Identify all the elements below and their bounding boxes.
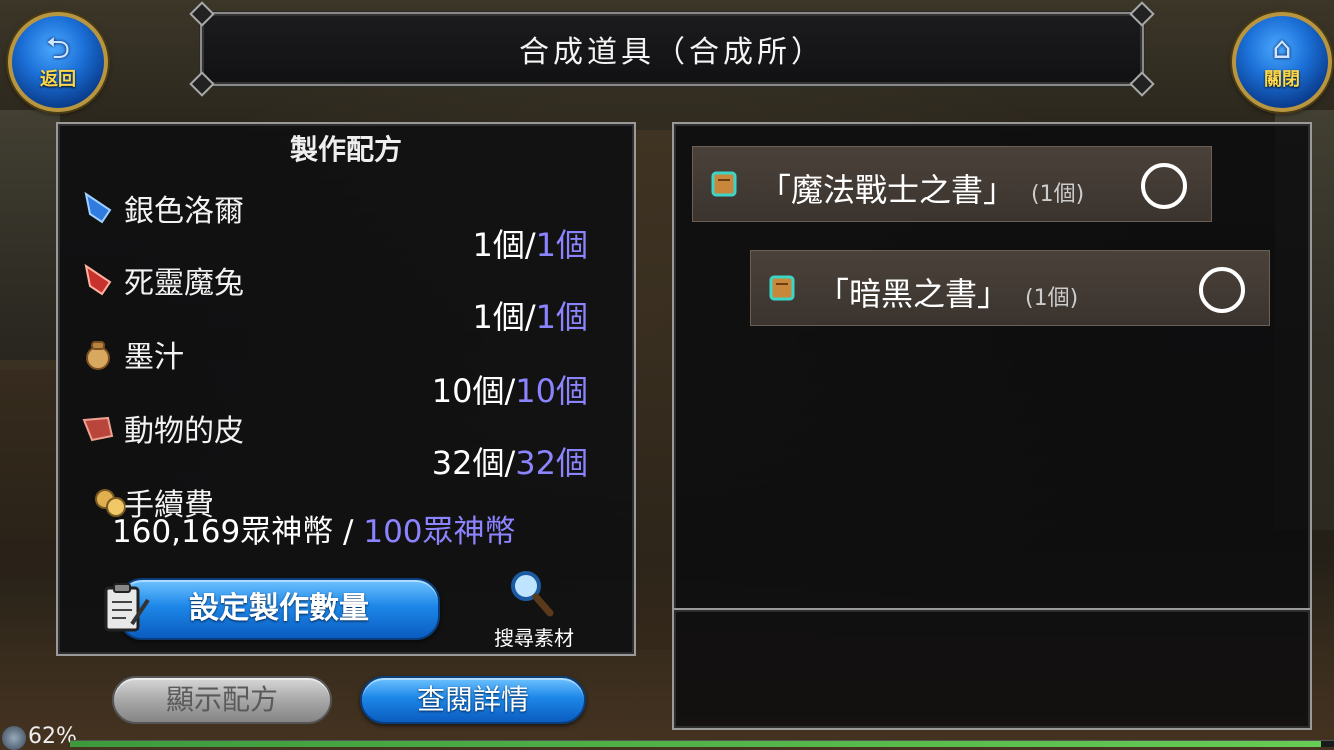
show-recipe-label: 顯示配方 [165,683,278,716]
set-quantity-button[interactable]: 設定製作數量 [118,578,440,640]
result-detail-panel [672,608,1312,730]
material-owned: 10個 [431,372,505,410]
fee-amount: 160,169眾神幣 / 100眾神幣 [112,506,516,551]
material-owned: 32個 [431,444,505,482]
material-name: 銀色洛爾 [124,194,244,229]
book-icon [769,275,795,301]
close-button[interactable]: ⌂ 關閉 [1232,12,1332,112]
result-item-qty: (1個) [1025,286,1079,311]
set-quantity-label: 設定製作數量 [189,591,369,626]
material-count: 1個/1個 [472,298,588,336]
exp-bar-fill [70,741,1322,747]
material-owned: 1個 [472,226,525,264]
ink-pouch-icon [86,341,110,370]
material-needed: 32個 [515,444,588,482]
magnifier-icon [511,571,554,617]
frame-corner-ornament [189,71,215,97]
material-name: 死靈魔兔 [124,266,244,301]
search-material-label: 搜尋素材 [494,626,574,650]
result-item-row[interactable]: 「暗黑之書」 (1個) [750,250,1270,326]
material-name: 動物的皮 [124,414,244,449]
return-arrow-icon: ⮌ [45,31,71,66]
back-button-label: 返回 [40,69,76,90]
material-count: 10個/10個 [431,372,588,410]
fee-needed: 100眾神幣 [363,514,516,550]
page-title: 合成道具（合成所） [519,35,825,70]
result-item-name: 「暗黑之書」 (1個) [817,269,1078,315]
material-count: 1個/1個 [472,226,588,264]
material-owned: 1個 [472,298,525,336]
back-button[interactable]: ⮌ 返回 [8,12,108,112]
result-item-title: 「暗黑之書」 [817,275,1010,313]
clipboard-icon [104,583,150,632]
fee-owned: 160,169眾神幣 [112,514,334,550]
material-count: 32個/32個 [431,444,588,482]
recipe-panel-title: 製作配方 [289,133,402,166]
title-bar: 合成道具（合成所） [189,1,1155,97]
book-icon [711,171,737,197]
exp-bar [70,740,1334,747]
result-item-name: 「魔法戰士之書」 (1個) [759,165,1084,211]
material-needed: 10個 [515,372,588,410]
home-icon: ⌂ [1272,31,1292,66]
blue-crystal-icon [84,191,112,224]
show-recipe-button[interactable]: 顯示配方 [112,676,332,724]
select-circle[interactable] [1199,267,1245,313]
frame-corner-ornament [1129,1,1155,27]
select-circle[interactable] [1141,163,1187,209]
red-crystal-icon [84,263,112,296]
background-window [0,110,60,370]
background-shelf [0,360,60,580]
result-item-qty: (1個) [1031,182,1085,207]
view-details-button[interactable]: 查閱詳情 [360,676,586,724]
close-button-label: 關閉 [1264,69,1300,90]
view-details-label: 查閱詳情 [416,683,529,716]
search-material-button[interactable]: 搜尋素材 [482,568,586,650]
material-needed: 1個 [535,226,588,264]
material-name: 墨汁 [124,340,184,375]
result-item-title: 「魔法戰士之書」 [759,171,1016,209]
material-needed: 1個 [535,298,588,336]
frame-corner-ornament [1129,71,1155,97]
result-item-row[interactable]: 「魔法戰士之書」 (1個) [692,146,1212,222]
animal-hide-icon [82,416,114,442]
frame-corner-ornament [189,1,215,27]
battery-icon [2,726,26,750]
fee-separator: / [333,514,364,550]
